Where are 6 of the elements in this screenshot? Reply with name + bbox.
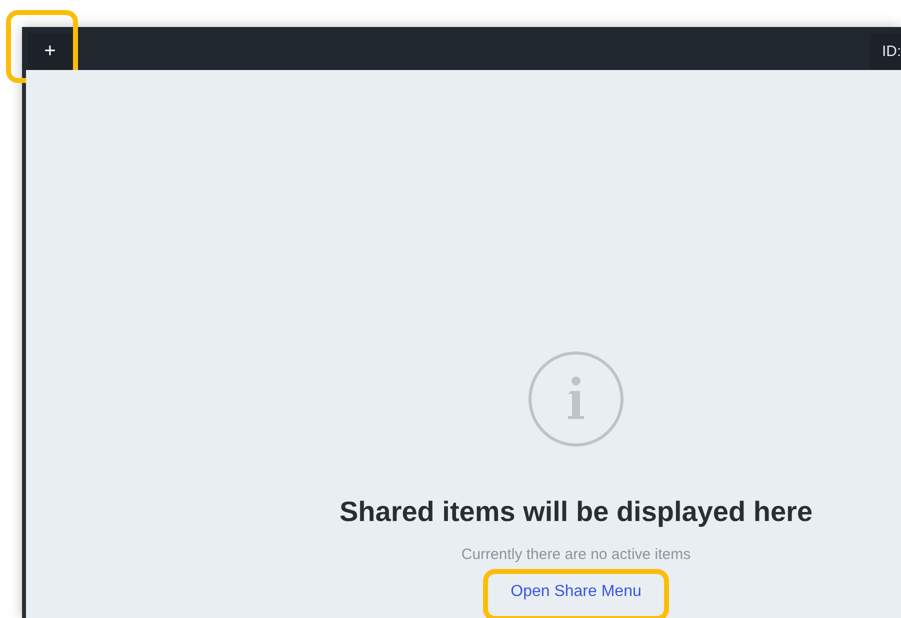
open-share-menu-link[interactable]: Open Share Menu — [490, 577, 662, 607]
id-label: ID: — [870, 33, 901, 70]
info-icon — [527, 350, 625, 448]
add-button[interactable]: + — [28, 33, 72, 70]
empty-state-subtitle: Currently there are no active items — [461, 546, 691, 563]
empty-state-title: Shared items will be displayed here — [339, 496, 813, 528]
